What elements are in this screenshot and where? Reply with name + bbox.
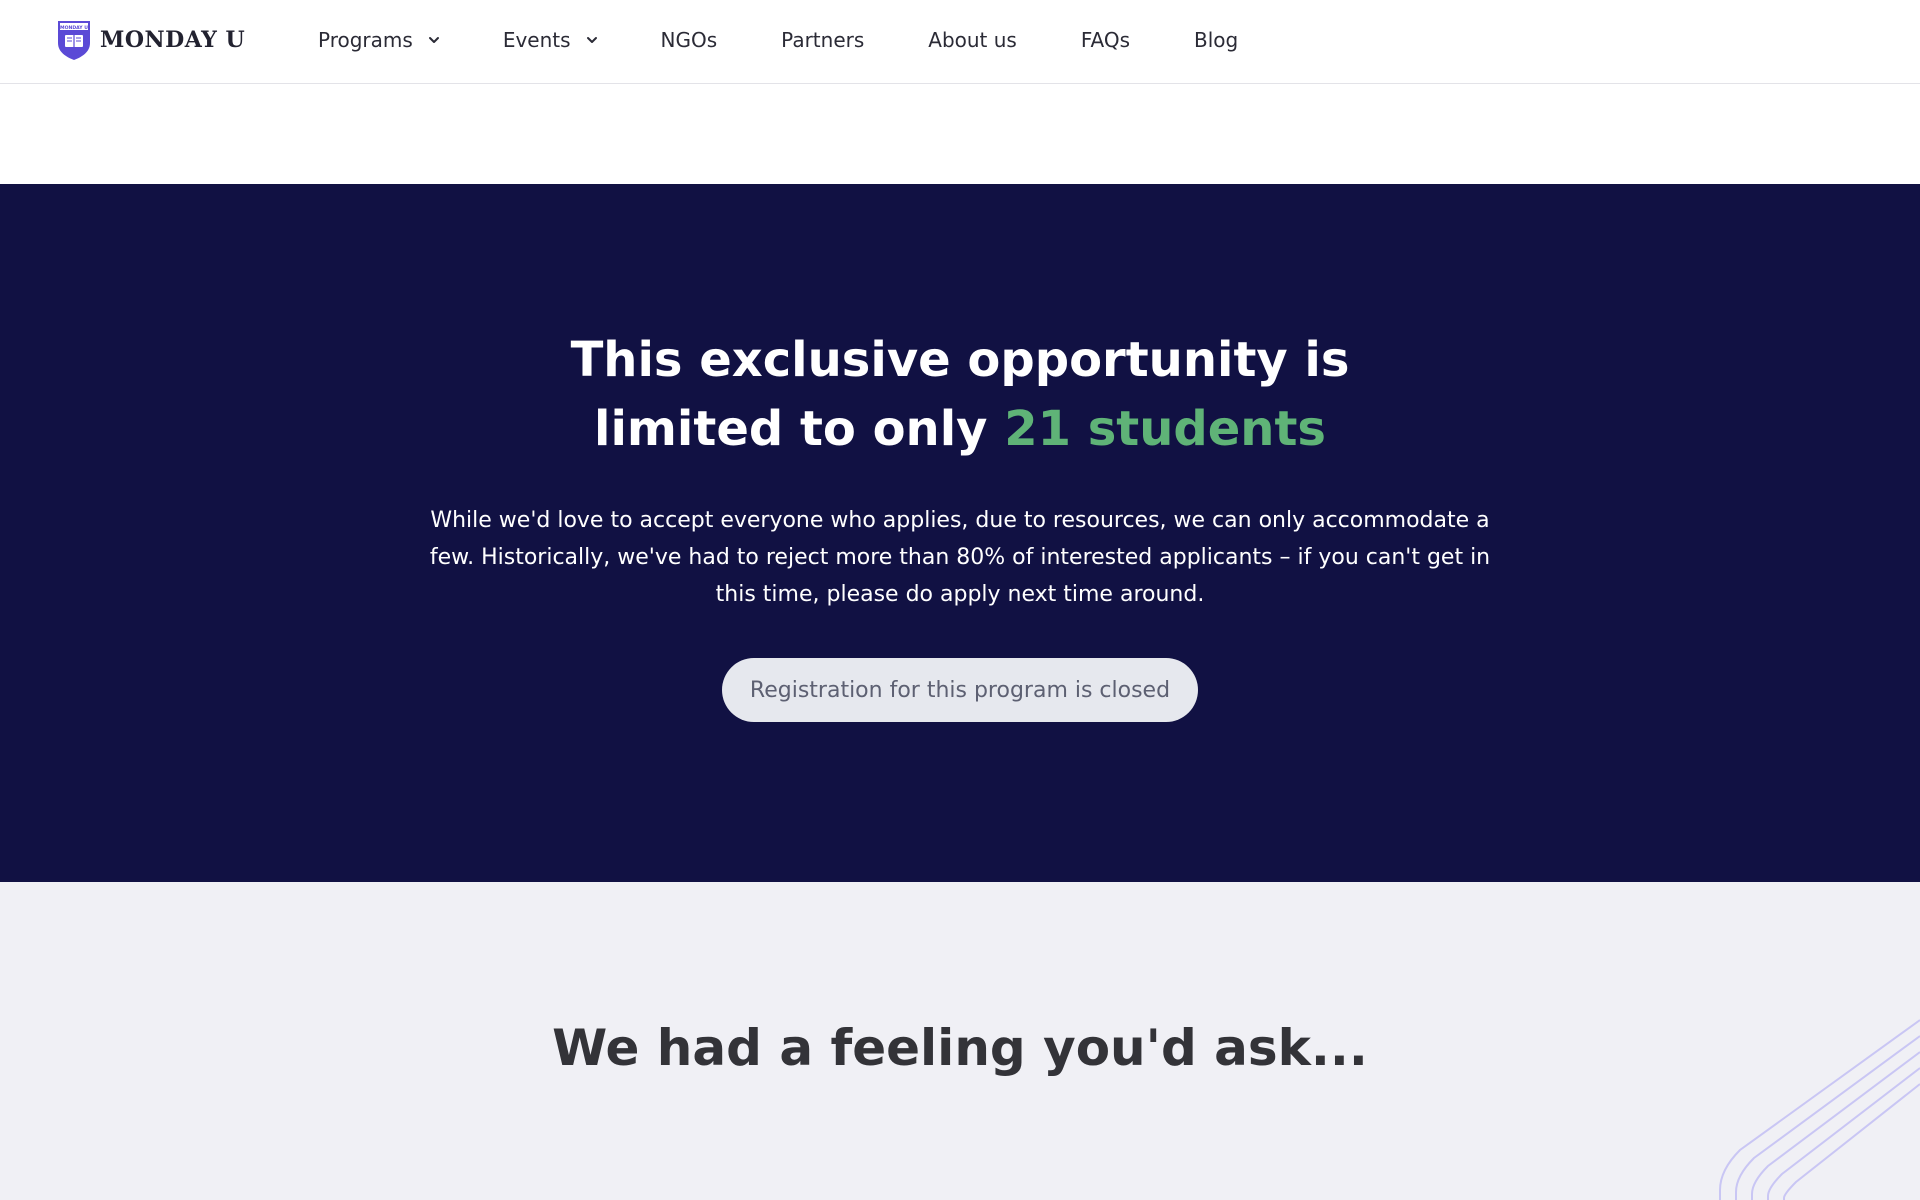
nav-item-faqs[interactable]: FAQs bbox=[1081, 28, 1130, 52]
hero-description: While we'd love to accept everyone who a… bbox=[429, 508, 1491, 607]
shield-logo-icon: MONDAY U bbox=[58, 21, 90, 60]
hero-title: This exclusive opportunity is limited to… bbox=[0, 326, 1920, 464]
nav-item-programs[interactable]: Programs bbox=[318, 28, 441, 52]
hero-title-highlight: 21 students bbox=[1004, 401, 1326, 457]
nav-item-label: Events bbox=[502, 28, 571, 52]
main-nav: Programs Events NGOs Partners About us F… bbox=[318, 0, 1238, 80]
brand-logo[interactable]: MONDAY U MONDAY U bbox=[56, 18, 245, 62]
hero-title-line1: This exclusive opportunity is bbox=[570, 332, 1350, 388]
diagonal-lines-decoration bbox=[1719, 1019, 1920, 1200]
site-header: MONDAY U MONDAY U Programs Events NGOs P… bbox=[0, 0, 1920, 84]
registration-closed-button[interactable]: Registration for this program is closed bbox=[722, 658, 1198, 722]
nav-item-about-us[interactable]: About us bbox=[928, 28, 1017, 52]
shield-lettering: MONDAY U bbox=[60, 25, 88, 31]
faq-title: We had a feeling you'd ask... bbox=[552, 1019, 1368, 1077]
brand-name: MONDAY U bbox=[100, 27, 246, 53]
hero-title-line2: limited to only bbox=[594, 401, 1005, 457]
faq-section: We had a feeling you'd ask... bbox=[0, 882, 1920, 1200]
chevron-down-icon bbox=[586, 37, 597, 43]
nav-item-ngos[interactable]: NGOs bbox=[661, 28, 718, 52]
nav-item-partners[interactable]: Partners bbox=[781, 28, 864, 52]
nav-item-events[interactable]: Events bbox=[503, 28, 599, 52]
nav-item-blog[interactable]: Blog bbox=[1194, 28, 1238, 52]
chevron-down-icon bbox=[428, 37, 439, 43]
nav-item-label: Programs bbox=[318, 28, 413, 52]
